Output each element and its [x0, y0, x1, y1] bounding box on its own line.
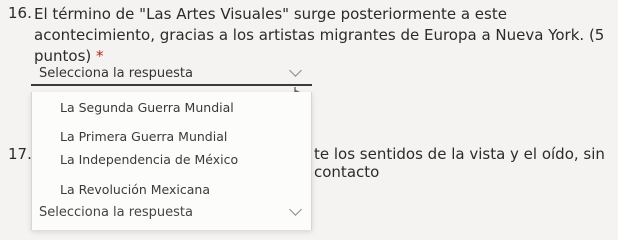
- option-independencia-de-mexico[interactable]: La Independencia de México: [60, 152, 238, 167]
- select-placeholder: Selecciona la respuesta: [39, 205, 193, 220]
- question-17-text: te los sentidos de la vista y el oído, s…: [314, 145, 605, 181]
- option-revolucion-mexicana[interactable]: La Revolución Mexicana: [60, 182, 210, 197]
- option-segunda-guerra-mundial[interactable]: La Segunda Guerra Mundial: [60, 100, 234, 115]
- question-16-number: 16.: [8, 4, 32, 22]
- question-16-prompt: El término de "Las Artes Visuales" surge…: [34, 5, 605, 65]
- form-page: 16. El término de "Las Artes Visuales" s…: [0, 0, 618, 230]
- select-placeholder: Selecciona la respuesta: [39, 66, 193, 81]
- answer-select-17[interactable]: Selecciona la respuesta: [31, 203, 312, 223]
- chevron-down-icon: [289, 64, 302, 77]
- question-17-number: 17.: [8, 145, 32, 163]
- option-primera-guerra-mundial[interactable]: La Primera Guerra Mundial: [60, 129, 227, 144]
- chevron-down-icon: [289, 203, 302, 216]
- answer-select-16[interactable]: Selecciona la respuesta: [31, 58, 312, 86]
